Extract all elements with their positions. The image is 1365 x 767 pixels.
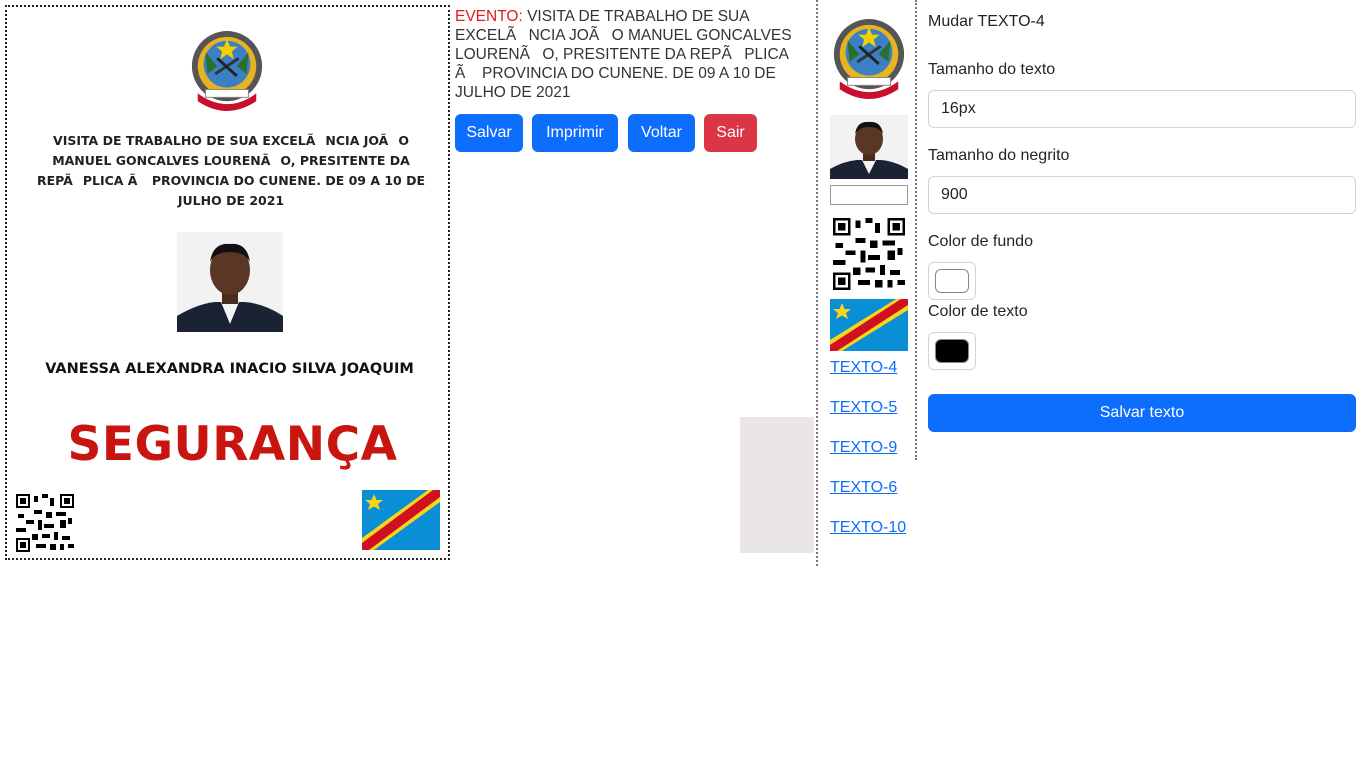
- text-link-texto-6[interactable]: TEXTO-6: [830, 479, 897, 497]
- qr-code-icon: [16, 494, 74, 552]
- flag-icon: [362, 490, 440, 550]
- flag-icon[interactable]: [830, 299, 908, 351]
- background-color-picker[interactable]: [928, 262, 976, 300]
- element-sidebar: TEXTO-4 TEXTO-5 TEXTO-9 TEXTO-6 TEXTO-10: [816, 0, 917, 566]
- text-link-texto-5[interactable]: TEXTO-5: [830, 399, 897, 417]
- text-color-label: Color de texto: [928, 303, 1028, 320]
- event-description: EVENTO: VISITA DE TRABALHO DE SUA EXCELÃ…: [455, 7, 805, 102]
- card-role: SEGURANÇA: [67, 417, 398, 472]
- bold-size-input[interactable]: [928, 176, 1356, 214]
- card-event-title: VISITA DE TRABALHO DE SUA EXCELÃNCIA JO…: [36, 133, 426, 208]
- background-color-label: Color de fundo: [928, 233, 1033, 250]
- grey-placeholder-block: [740, 417, 814, 553]
- panel-divider: [915, 0, 917, 460]
- text-size-label: Tamanho do texto: [928, 61, 1056, 78]
- text-link-texto-9[interactable]: TEXTO-9: [830, 439, 897, 457]
- coat-of-arms-icon: [191, 31, 263, 111]
- text-color-swatch: [935, 339, 969, 363]
- credential-card: VISITA DE TRABALHO DE SUA EXCELÃNCIA JO…: [5, 5, 450, 560]
- save-button[interactable]: Salvar: [455, 114, 523, 152]
- back-button[interactable]: Voltar: [628, 114, 695, 152]
- save-text-button[interactable]: Salvar texto: [928, 394, 1356, 432]
- form-title: Mudar TEXTO-4: [928, 13, 1045, 30]
- portrait-photo-thumbnail[interactable]: [830, 115, 908, 179]
- background-color-swatch: [935, 269, 969, 293]
- broken-image-icon[interactable]: [830, 185, 908, 205]
- bold-size-label: Tamanho do negrito: [928, 147, 1070, 164]
- text-size-input[interactable]: [928, 90, 1356, 128]
- card-holder-name: VANESSA ALEXANDRA INACIO SILVA JOAQUIM: [45, 361, 414, 377]
- portrait-photo: [177, 232, 283, 332]
- print-button[interactable]: Imprimir: [532, 114, 618, 152]
- qr-code-icon[interactable]: [833, 218, 905, 290]
- exit-button[interactable]: Sair: [704, 114, 757, 152]
- event-label: EVENTO:: [455, 8, 523, 25]
- text-link-texto-10[interactable]: TEXTO-10: [830, 519, 906, 537]
- text-color-picker[interactable]: [928, 332, 976, 370]
- coat-of-arms-icon[interactable]: [830, 12, 908, 106]
- text-link-texto-4[interactable]: TEXTO-4: [830, 359, 897, 377]
